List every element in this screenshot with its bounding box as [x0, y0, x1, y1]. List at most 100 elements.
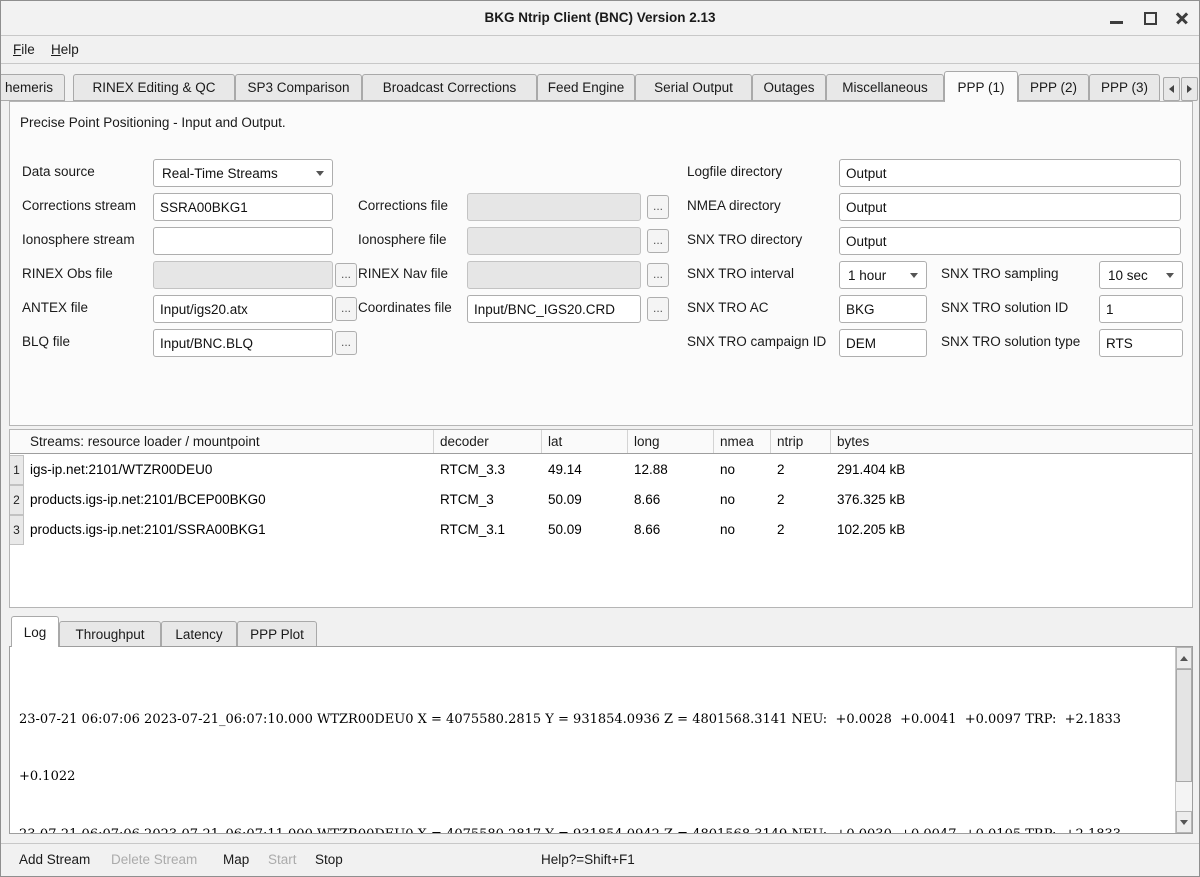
cell-long: 8.66 — [628, 515, 714, 545]
corrections-file-browse-button[interactable]: ... — [647, 195, 669, 219]
add-stream-button[interactable]: Add Stream — [19, 852, 90, 867]
cell-resource: igs-ip.net:2101/WTZR00DEU0 — [24, 455, 434, 485]
chevron-right-icon — [1187, 85, 1192, 93]
nmea-directory-input[interactable] — [839, 193, 1181, 221]
snx-tro-ac-label: SNX TRO AC — [687, 300, 769, 315]
snx-tro-directory-input[interactable] — [839, 227, 1181, 255]
tab-ppp-1[interactable]: PPP (1) — [944, 71, 1018, 102]
rinex-nav-file-input[interactable] — [467, 261, 641, 289]
log-text: 23-07-21 06:07:06 2023-07-21_06:07:10.00… — [10, 647, 1175, 833]
tab-sp3-comparison[interactable]: SP3 Comparison — [235, 74, 362, 101]
menu-help[interactable]: Help — [51, 42, 79, 57]
log-line: 23-07-21 06:07:06 2023-07-21_06:07:11.00… — [19, 825, 1175, 833]
cell-ntrip: 2 — [771, 455, 831, 485]
streams-header-decoder: decoder — [434, 430, 542, 453]
row-number: 3 — [10, 515, 24, 545]
snx-tro-solution-id-input[interactable] — [1099, 295, 1183, 323]
map-button[interactable]: Map — [223, 852, 249, 867]
ionosphere-file-browse-button[interactable]: ... — [647, 229, 669, 253]
tab-ppp-plot[interactable]: PPP Plot — [237, 621, 317, 647]
blq-file-label: BLQ file — [22, 334, 70, 349]
log-line-partial: 23-07-21 06:07:06 2023-07-21_06:07:10.00… — [19, 710, 1175, 729]
streams-header-long: long — [628, 430, 714, 453]
cell-nmea: no — [714, 455, 771, 485]
tab-log[interactable]: Log — [11, 616, 59, 647]
start-button[interactable]: Start — [268, 852, 297, 867]
snx-tro-ac-input[interactable] — [839, 295, 927, 323]
rinex-obs-browse-button[interactable]: ... — [335, 263, 357, 287]
cell-long: 12.88 — [628, 455, 714, 485]
titlebar: BKG Ntrip Client (BNC) Version 2.13 — [1, 1, 1199, 36]
tab-miscellaneous[interactable]: Miscellaneous — [826, 74, 944, 101]
minimize-icon — [1110, 21, 1123, 24]
cell-nmea: no — [714, 485, 771, 515]
snx-tro-campaign-id-input[interactable] — [839, 329, 927, 357]
rinex-nav-file-label: RINEX Nav file — [358, 266, 448, 281]
rinex-obs-file-label: RINEX Obs file — [22, 266, 113, 281]
cell-long: 8.66 — [628, 485, 714, 515]
cell-bytes: 291.404 kB — [831, 455, 1192, 485]
minimize-button[interactable] — [1103, 8, 1129, 28]
cell-lat: 50.09 — [542, 485, 628, 515]
maximize-button[interactable] — [1137, 8, 1163, 28]
snx-tro-interval-label: SNX TRO interval — [687, 266, 794, 281]
snx-tro-directory-label: SNX TRO directory — [687, 232, 802, 247]
antex-browse-button[interactable]: ... — [335, 297, 357, 321]
tab-scroll-right-button[interactable] — [1181, 77, 1198, 101]
tab-latency[interactable]: Latency — [161, 621, 237, 647]
blq-browse-button[interactable]: ... — [335, 331, 357, 355]
window-title: BKG Ntrip Client (BNC) Version 2.13 — [1, 10, 1199, 25]
stop-button[interactable]: Stop — [315, 852, 343, 867]
ionosphere-stream-input[interactable] — [153, 227, 333, 255]
rinex-nav-browse-button[interactable]: ... — [647, 263, 669, 287]
scroll-down-button[interactable] — [1176, 811, 1192, 833]
tab-scroll-left-button[interactable] — [1163, 77, 1180, 101]
tab-feed-engine[interactable]: Feed Engine — [537, 74, 635, 101]
antex-file-input[interactable] — [153, 295, 333, 323]
corrections-stream-input[interactable] — [153, 193, 333, 221]
ionosphere-file-input[interactable] — [467, 227, 641, 255]
tab-rinex-editing-qc[interactable]: RINEX Editing & QC — [73, 74, 235, 101]
snx-tro-interval-select[interactable]: 1 hour — [839, 261, 927, 289]
snx-tro-sampling-label: SNX TRO sampling — [941, 266, 1059, 281]
logfile-directory-input[interactable] — [839, 159, 1181, 187]
logfile-directory-label: Logfile directory — [687, 164, 782, 179]
scrollbar-thumb[interactable] — [1176, 669, 1192, 782]
app-window: BKG Ntrip Client (BNC) Version 2.13 File… — [0, 0, 1200, 877]
tab-serial-output[interactable]: Serial Output — [635, 74, 752, 101]
streams-header-bytes: bytes — [831, 430, 1192, 453]
data-source-select[interactable]: Real-Time Streams — [153, 159, 333, 187]
snx-tro-solution-type-label: SNX TRO solution type — [941, 334, 1080, 349]
cell-decoder: RTCM_3 — [434, 485, 542, 515]
cell-ntrip: 2 — [771, 485, 831, 515]
blq-file-input[interactable] — [153, 329, 333, 357]
coordinates-browse-button[interactable]: ... — [647, 297, 669, 321]
tab-outages[interactable]: Outages — [752, 74, 826, 101]
arrow-up-icon — [1180, 656, 1188, 661]
tab-throughput[interactable]: Throughput — [59, 621, 161, 647]
snx-tro-campaign-id-label: SNX TRO campaign ID — [687, 334, 826, 349]
snx-tro-sampling-value: 10 sec — [1108, 268, 1148, 283]
tab-ppp-3[interactable]: PPP (3) — [1089, 74, 1160, 101]
snx-tro-solution-type-input[interactable] — [1099, 329, 1183, 357]
cell-decoder: RTCM_3.1 — [434, 515, 542, 545]
tab-broadcast-corrections[interactable]: Broadcast Corrections — [362, 74, 537, 101]
antex-file-label: ANTEX file — [22, 300, 88, 315]
cell-bytes: 102.205 kB — [831, 515, 1192, 545]
snx-tro-sampling-select[interactable]: 10 sec — [1099, 261, 1183, 289]
tab-ephemeris-partial[interactable]: hemeris — [0, 74, 65, 101]
log-line: +0.1022 — [19, 767, 1175, 786]
menubar: File Help — [1, 37, 1199, 64]
rinex-obs-file-input[interactable] — [153, 261, 333, 289]
close-button[interactable] — [1169, 8, 1195, 28]
tab-ppp-2[interactable]: PPP (2) — [1018, 74, 1089, 101]
log-scrollbar[interactable] — [1175, 647, 1192, 833]
delete-stream-button[interactable]: Delete Stream — [111, 852, 197, 867]
corrections-file-input[interactable] — [467, 193, 641, 221]
coordinates-file-input[interactable] — [467, 295, 641, 323]
streams-header-lat: lat — [542, 430, 628, 453]
cell-bytes: 376.325 kB — [831, 485, 1192, 515]
scroll-up-button[interactable] — [1176, 647, 1192, 669]
menu-file[interactable]: File — [13, 42, 35, 57]
cell-resource: products.igs-ip.net:2101/SSRA00BKG1 — [24, 515, 434, 545]
